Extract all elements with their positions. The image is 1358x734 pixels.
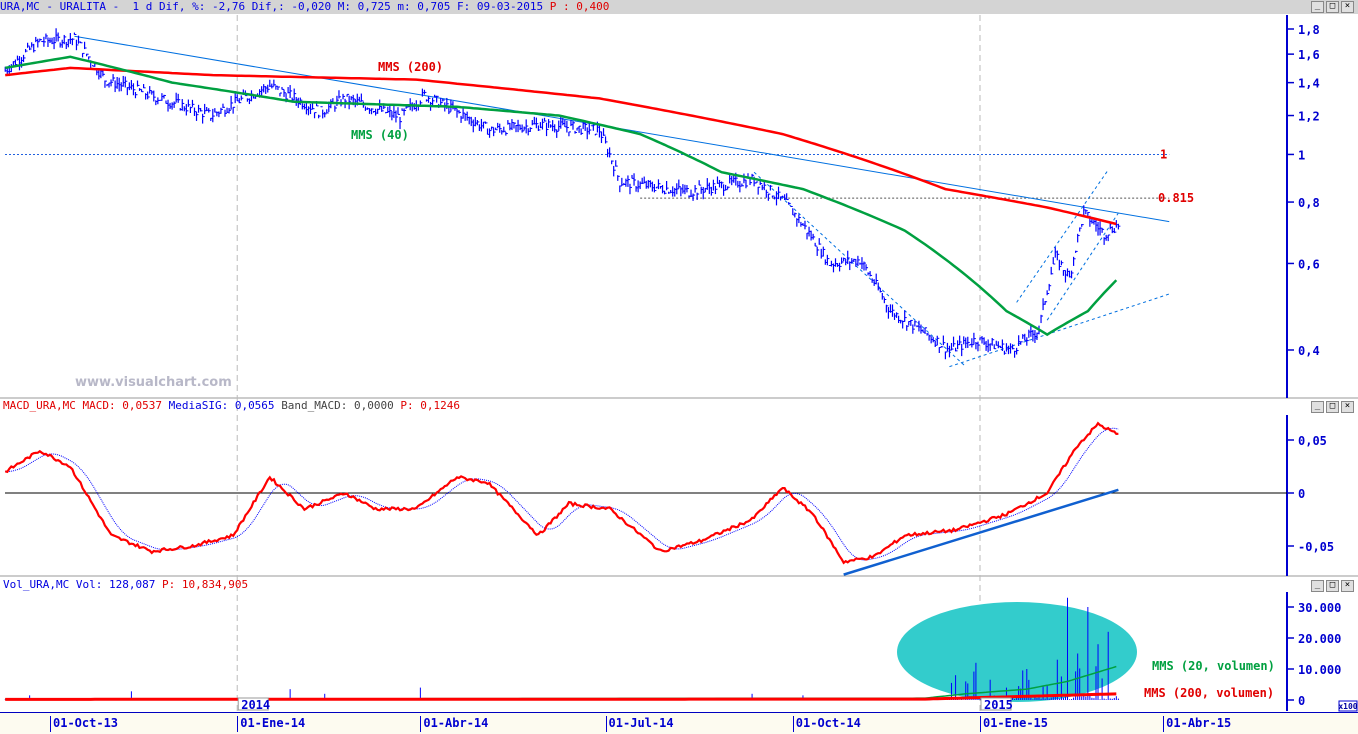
maximize-button[interactable]: □ (1326, 580, 1339, 592)
macd-p: P: 0,1246 (400, 399, 461, 412)
level-label: 1 (1160, 147, 1167, 161)
y-tick-label: 0,4 (1298, 344, 1320, 358)
y-tick-label: 0 (1298, 694, 1305, 708)
mms40-line (4, 55, 1118, 337)
vol-mms200-line (5, 692, 1117, 701)
y-tick-label: 1,6 (1298, 48, 1320, 62)
y-tick-label: 0,8 (1298, 196, 1320, 210)
y-tick-label: 30.000 (1298, 601, 1341, 615)
macd-name: MACD_URA,MC (3, 399, 76, 412)
x-tick-label: 01-Ene-15 (979, 716, 1048, 732)
mms200-line (5, 66, 1117, 226)
mms200-label: MMS (200) (378, 60, 443, 74)
y-tick-label: 0,6 (1298, 257, 1320, 271)
trendline (1046, 212, 1119, 321)
y-tick-label: 20.000 (1298, 632, 1341, 646)
maximize-button[interactable]: □ (1326, 401, 1339, 413)
y-tick-label: 0,05 (1298, 434, 1327, 448)
chart-canvas: 1,8 1,6 1,4 1,2 1 0,8 0,6 0,4 1 0.815 MMS (200) MMS… (0, 15, 1358, 712)
x-tick-label: 01-Oct-14 (792, 716, 861, 732)
volume-p: P: 10,834,905 (161, 578, 249, 591)
y-tick-label: 10.000 (1298, 663, 1341, 677)
minimize-button[interactable]: _ (1311, 580, 1324, 592)
macd-panel-header: MACD_URA,MC MACD: 0,0537 MediaSIG: 0,056… (3, 399, 1358, 413)
x-tick-label: 01-Oct-13 (50, 716, 118, 732)
macd-trendline (843, 488, 1119, 576)
y-tick-label: 0 (1298, 487, 1305, 501)
volume-name: Vol_URA,MC (3, 578, 70, 591)
level-label: 0.815 (1158, 191, 1194, 205)
signal-value: MediaSIG: 0,0565 (168, 399, 275, 412)
volume-value: Vol: 128,087 (75, 578, 156, 591)
x-tick-label: 01-Abr-15 (1163, 716, 1231, 732)
trendline (753, 171, 967, 367)
x-tick-label: 01-Jul-14 (605, 716, 674, 732)
volume-panel-header: Vol_URA,MC Vol: 128,087 P: 10,834,905 _ □… (3, 578, 1358, 592)
minimize-button[interactable]: _ (1311, 401, 1324, 413)
macd-value: MACD: 0,0537 (82, 399, 162, 412)
trendline (949, 293, 1170, 368)
y-tick-label: 1,8 (1298, 23, 1320, 37)
y-tick-label: 1,2 (1298, 110, 1320, 124)
highlight-ellipse (897, 602, 1137, 702)
close-button[interactable]: × (1341, 580, 1354, 592)
y-tick-label: 1 (1298, 148, 1305, 162)
vol-mms20-label: MMS (20, volumen) (1152, 659, 1275, 673)
y-tick-label: 1,4 (1298, 77, 1320, 91)
x-tick-label: 01-Abr-14 (420, 716, 488, 732)
mms40-label: MMS (40) (351, 128, 409, 142)
multiplier-label: x100 (1338, 702, 1357, 711)
watermark: www.visualchart.com (75, 375, 232, 390)
year-label: 2015 (984, 698, 1013, 712)
trendline (1016, 169, 1109, 303)
time-axis: 01-Oct-13 01-Ene-14 01-Abr-14 01-Jul-14 01-O… (0, 712, 1358, 734)
y-tick-label: -0,05 (1298, 540, 1334, 554)
vol-mms200-label: MMS (200, volumen) (1144, 686, 1274, 700)
close-button[interactable]: × (1341, 401, 1354, 413)
year-label: 2014 (241, 698, 270, 712)
band-value: Band_MACD: 0,0000 (281, 399, 394, 412)
x-tick-label: 01-Ene-14 (237, 716, 305, 732)
